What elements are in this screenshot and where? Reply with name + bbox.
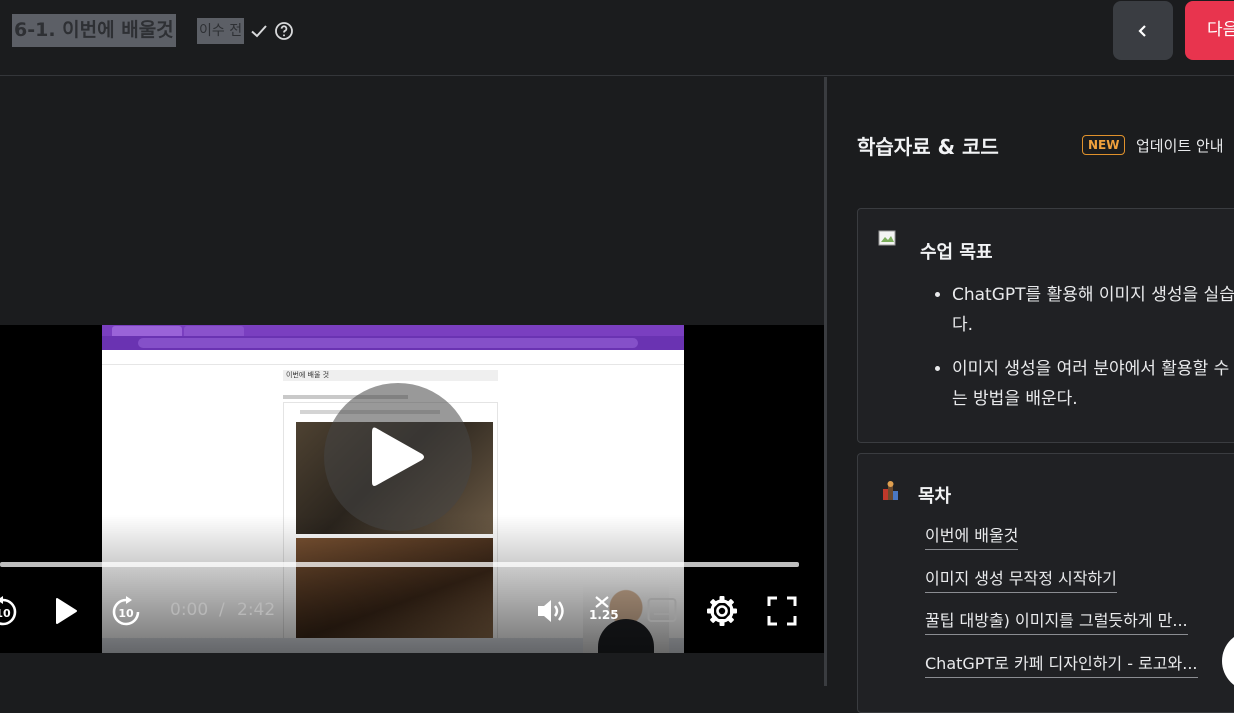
progress-bar[interactable] (0, 562, 799, 567)
goals-list: ChatGPT를 활용해 이미지 생성을 실습한다. 이미지 생성을 여러 분야… (930, 280, 1234, 428)
toc-item[interactable]: 꿀팁 대방출) 이미지를 그럴듯하게 만... (925, 607, 1188, 635)
chevron-left-icon (1138, 24, 1146, 37)
rewind-10-icon[interactable]: 10 (0, 595, 20, 629)
completion-status: 이수 전 (197, 18, 245, 44)
time-separator: / (219, 600, 225, 620)
play-icon (372, 427, 424, 486)
play-control-icon[interactable] (54, 597, 78, 625)
check-icon (251, 25, 267, 38)
previous-lesson-button[interactable] (1113, 1, 1173, 60)
toc-item[interactable]: ChatGPT로 카페 디자인하기 - 로고와... (925, 650, 1198, 678)
help-icon[interactable] (274, 21, 294, 41)
broken-image-icon (878, 230, 896, 246)
video-player[interactable]: 이번에 배울 것 10 10 0:00 (0, 325, 824, 653)
volume-icon[interactable] (536, 597, 568, 625)
materials-title: 학습자료 & 코드 (857, 135, 999, 159)
lesson-header: 6-1. 이번에 배울것 이수 전 다음 (0, 0, 1234, 76)
toc-item[interactable]: 이번에 배울것 (925, 522, 1019, 550)
playback-speed-icon[interactable] (593, 595, 611, 609)
current-time: 0:00 (170, 600, 209, 620)
new-badge: NEW (1082, 135, 1126, 155)
lesson-title: 6-1. 이번에 배울것 (12, 14, 176, 47)
settings-gear-icon[interactable] (706, 595, 738, 627)
next-lesson-button[interactable]: 다음 (1185, 1, 1234, 60)
captured-bookmarks (102, 350, 684, 365)
captions-icon[interactable] (647, 597, 677, 623)
panel-divider[interactable] (824, 77, 827, 686)
toc-item[interactable]: 이미지 생성 무작정 시작하기 (925, 565, 1117, 593)
goals-card-title: 수업 목표 (920, 242, 993, 263)
video-area: 이번에 배울 것 10 10 0:00 (0, 77, 825, 686)
svg-text:10: 10 (0, 607, 11, 620)
playback-speed-label[interactable]: 1.25 (589, 608, 619, 622)
duration: 2:42 (237, 600, 276, 620)
fullscreen-icon[interactable] (767, 596, 797, 626)
toc-card-title: 목차 (918, 486, 952, 507)
forward-10-icon[interactable]: 10 (109, 595, 143, 629)
svg-text:10: 10 (118, 607, 134, 620)
goal-item: ChatGPT를 활용해 이미지 생성을 실습한다. (952, 280, 1234, 340)
books-icon (883, 481, 898, 500)
captured-url-bar (102, 336, 684, 350)
big-play-button[interactable] (324, 383, 472, 531)
captured-browser-tabs (102, 325, 684, 336)
goal-item: 이미지 생성을 여러 분야에서 활용할 수 있는 방법을 배운다. (952, 354, 1234, 414)
captured-page-heading: 이번에 배울 것 (283, 370, 498, 381)
update-notice-link[interactable]: 업데이트 안내 (1136, 135, 1224, 156)
